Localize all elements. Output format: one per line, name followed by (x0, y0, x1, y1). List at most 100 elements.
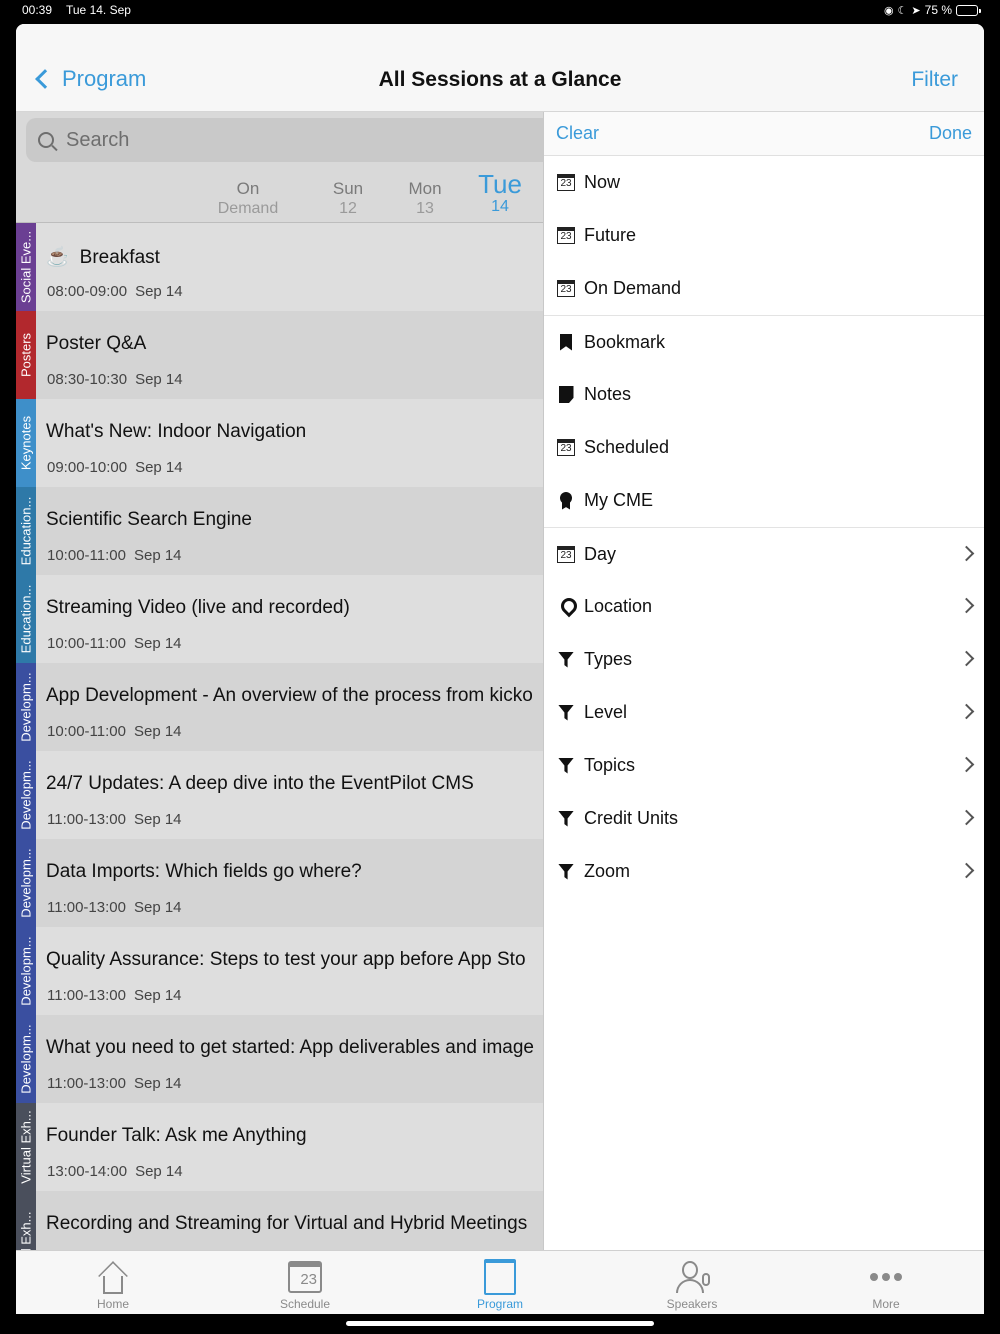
filter-item-scheduled[interactable]: 23 Scheduled (544, 421, 984, 474)
session-meta: 08:30-10:30 Sep 14 (47, 371, 183, 388)
session-row[interactable]: Social Eve... ☕ Breakfast 08:00-09:00 Sep 14 (16, 223, 543, 311)
filter-item-label: Types (584, 649, 633, 669)
session-row[interactable]: Developm... Quality Assurance: Steps to t… (16, 927, 543, 1015)
session-row[interactable]: Developm... App Development - An overview… (16, 663, 543, 751)
filter-item-location[interactable]: Location (544, 580, 984, 633)
filter-item-label: Now (584, 172, 621, 192)
filter-item-now[interactable]: 23 Now (544, 156, 984, 209)
home-icon (96, 1260, 130, 1294)
session-time: 11:00-13:00 (47, 899, 126, 916)
battery-icon (956, 4, 981, 16)
filter-item-notes[interactable]: Notes (544, 368, 984, 421)
home-indicator (346, 1321, 654, 1326)
session-row[interactable]: Posters Poster Q&A 08:30-10:30 Sep 14 (16, 311, 543, 399)
tab-schedule[interactable]: 23 Schedule (245, 1257, 365, 1311)
session-meta: 11:00-13:00 Sep 14 (47, 987, 182, 1004)
session-title-text: 24/7 Updates: A deep dive into the Event… (46, 773, 474, 794)
session-row[interactable]: al Exh... Recording and Streaming for Vir… (16, 1191, 543, 1250)
medal-icon (557, 491, 575, 511)
track-tag: Developm... (16, 927, 36, 1015)
filter-item-types[interactable]: Types (544, 633, 984, 686)
session-time: 09:00-10:00 (47, 459, 128, 476)
track-label: Social Eve... (18, 230, 34, 304)
track-tag: Developm... (16, 1015, 36, 1103)
chevron-right-icon (958, 862, 975, 879)
track-label: Education... (18, 496, 34, 566)
session-title-text: Poster Q&A (46, 333, 147, 354)
tab-speakers[interactable]: Speakers (632, 1257, 752, 1311)
session-row[interactable]: Education... Streaming Video (live and re… (16, 575, 543, 663)
filter-panel: Clear Done 23 Now 23 Future 23 On Demand Bookm… (543, 112, 984, 1250)
session-row[interactable]: Developm... What you need to get started:… (16, 1015, 543, 1103)
day-tab-on-demand[interactable]: On Demand (214, 179, 282, 219)
session-row[interactable]: Keynotes What's New: Indoor Navigation 09:… (16, 399, 543, 487)
tab-program[interactable]: Program (440, 1257, 560, 1311)
session-row[interactable]: Developm... 24/7 Updates: A deep dive int… (16, 751, 543, 839)
calendar-icon: 23 (557, 438, 575, 458)
moon-icon: ☾ (897, 4, 908, 17)
day-selector: On Demand Sun 12 Mon 13 Tue 14 (16, 167, 543, 223)
session-title-text: What's New: Indoor Navigation (46, 421, 307, 442)
nav-bar: Program All Sessions at a Glance Filter (16, 24, 984, 112)
day-num: Demand (217, 200, 279, 217)
done-button[interactable]: Done (929, 123, 972, 144)
search-icon (38, 132, 54, 148)
calendar-icon: 23 (557, 226, 575, 246)
session-title-text: Founder Talk: Ask me Anything (46, 1125, 307, 1146)
track-label: Keynotes (18, 415, 34, 471)
filter-item-future[interactable]: 23 Future (544, 209, 984, 262)
day-tab-sun[interactable]: Sun 12 (322, 179, 374, 219)
filter-item-label: My CME (584, 490, 653, 510)
tab-label: Schedule (279, 1297, 331, 1311)
session-row[interactable]: Developm... Data Imports: Which fields go… (16, 839, 543, 927)
filter-button[interactable]: Filter (911, 68, 958, 92)
funnel-icon (557, 650, 575, 670)
filter-item-label: Day (584, 543, 617, 564)
session-date: Sep 14 (133, 547, 182, 564)
day-tab-tue[interactable]: Tue 14 (474, 171, 526, 217)
track-tag: Education... (16, 575, 36, 663)
filter-item-on-demand[interactable]: 23 On Demand (544, 262, 984, 315)
filter-item-day[interactable]: 23 Day (544, 527, 984, 580)
tab-more[interactable]: More (826, 1257, 946, 1311)
session-title: Poster Q&A (46, 333, 146, 355)
tab-label: More (872, 1297, 900, 1311)
location-pin-icon (557, 597, 575, 617)
session-row[interactable]: Education... Scientific Search Engine 10:0… (16, 487, 543, 575)
session-time: 13:00-14:00 (47, 1163, 128, 1180)
track-label: al Exh... (18, 1211, 34, 1250)
track-tag: Developm... (16, 663, 36, 751)
session-list-pane: Search On Demand Sun 12 Mon 13 Tue 14 So… (16, 112, 543, 1250)
more-icon (870, 1273, 902, 1281)
search-input[interactable]: Search (26, 118, 543, 162)
status-right: ◉ ☾ ➤ 75 % (884, 3, 981, 17)
filter-item-level[interactable]: Level (544, 686, 984, 739)
session-time: 11:00-13:00 (47, 987, 126, 1004)
day-name: Tue (478, 169, 522, 199)
session-title: Recording and Streaming for Virtual and … (46, 1213, 527, 1235)
session-title: Scientific Search Engine (46, 509, 252, 531)
session-date: Sep 14 (135, 283, 183, 300)
program-icon (484, 1259, 516, 1295)
session-row[interactable]: Virtual Exh... Founder Talk: Ask me Anyth… (16, 1103, 543, 1191)
status-time: 00:39 (22, 3, 53, 17)
filter-item-topics[interactable]: Topics (544, 739, 984, 792)
track-tag: Social Eve... (16, 223, 36, 311)
session-time: 10:00-11:00 (47, 635, 126, 652)
filter-item-my-cme[interactable]: My CME (544, 474, 984, 527)
filter-item-credit-units[interactable]: Credit Units (544, 792, 984, 845)
clear-button[interactable]: Clear (556, 123, 599, 144)
session-meta: 11:00-13:00 Sep 14 (47, 811, 182, 828)
session-date: Sep 14 (133, 987, 182, 1004)
session-title: What you need to get started: App delive… (46, 1037, 534, 1059)
day-tab-mon[interactable]: Mon 13 (398, 179, 452, 219)
tab-bar: Home 23 Schedule Program Speakers More (16, 1250, 984, 1314)
funnel-icon (557, 756, 575, 776)
track-tag: Developm... (16, 751, 36, 839)
filter-item-zoom[interactable]: Zoom (544, 845, 984, 898)
filter-item-bookmark[interactable]: Bookmark (544, 315, 984, 368)
session-title: Founder Talk: Ask me Anything (46, 1125, 307, 1147)
tab-home[interactable]: Home (53, 1257, 173, 1311)
chevron-right-icon (958, 703, 975, 720)
session-title-text: Streaming Video (live and recorded) (46, 597, 350, 618)
